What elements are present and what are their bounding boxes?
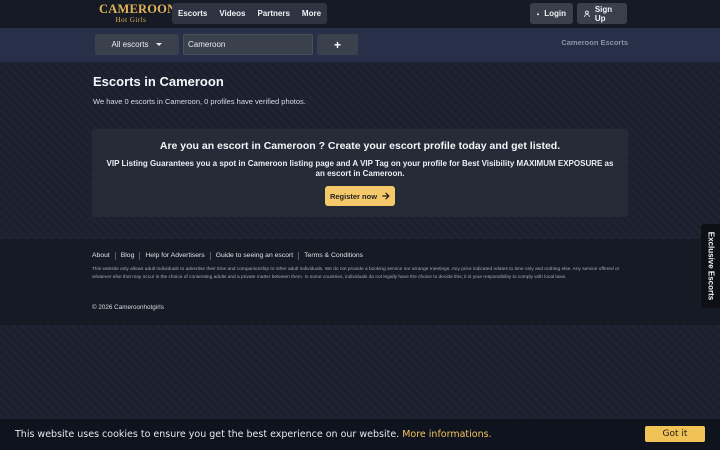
footer-links: About Blog Help for Advertisers Guide to… [92,252,368,260]
cookie-consent-bar: This website uses cookies to ensure you … [0,419,720,450]
add-button[interactable]: + [317,34,358,55]
nav-escorts[interactable]: Escorts [172,3,213,24]
exclusive-escorts-tab[interactable]: Exclusive Escorts [701,224,720,308]
logo-sub-text: Hot Girls [115,15,147,24]
cookie-message-wrap: This website uses cookies to ensure you … [15,429,492,440]
lock-icon [537,12,540,15]
register-now-label: Register now [329,191,378,201]
footer-copyright: © 2026 Cameroonhotgirls [92,304,164,311]
cookie-accept-button[interactable]: Got it [645,426,705,442]
nav-partners[interactable]: Partners [251,3,295,24]
signup-button[interactable]: Sign Up [577,3,627,24]
site-footer: About Blog Help for Advertisers Guide to… [0,239,720,325]
category-select[interactable]: All escorts [95,34,179,55]
escort-count-summary: We have 0 escorts in Cameroon, 0 profile… [93,97,306,106]
breadcrumb[interactable]: Cameroon Escorts [540,38,628,47]
logo-main-text: CAMEROON [99,2,177,16]
promo-heading: Are you an escort in Cameroon ? Create y… [159,140,561,152]
escort-signup-promo: Are you an escort in Cameroon ? Create y… [92,129,628,217]
footer-link-about[interactable]: About [92,252,115,260]
login-button[interactable]: Login [530,3,573,24]
user-icon [584,10,590,17]
footer-disclaimer: This website only allows adult individua… [92,267,620,280]
arrow-right-icon [382,192,390,200]
category-select-value: All escorts [111,40,149,49]
page-title: Escorts in Cameroon [93,74,224,89]
register-now-button[interactable]: Register now [325,186,395,206]
nav-more[interactable]: More [296,3,327,24]
footer-link-help-advertisers[interactable]: Help for Advertisers [139,252,209,260]
cookie-more-info-link[interactable]: More informations. [402,429,491,440]
top-navbar: CAMEROON Hot Girls Escorts Videos Partne… [0,0,720,28]
signup-label: Sign Up [594,4,613,23]
cookie-message: This website uses cookies to ensure you … [15,429,400,440]
main-nav: Escorts Videos Partners More [172,3,328,24]
caret-down-icon [156,43,163,46]
location-input[interactable] [183,34,313,55]
login-label: Login [544,9,566,18]
site-logo[interactable]: CAMEROON Hot Girls [99,2,177,24]
footer-link-guide[interactable]: Guide to seeing an escort [209,252,298,260]
footer-link-blog[interactable]: Blog [114,252,140,260]
nav-videos[interactable]: Videos [213,3,251,24]
promo-text: VIP Listing Guarantees you a spot in Cam… [106,159,614,178]
exclusive-escorts-label: Exclusive Escorts [706,231,715,301]
footer-link-terms[interactable]: Terms & Conditions [298,252,368,260]
